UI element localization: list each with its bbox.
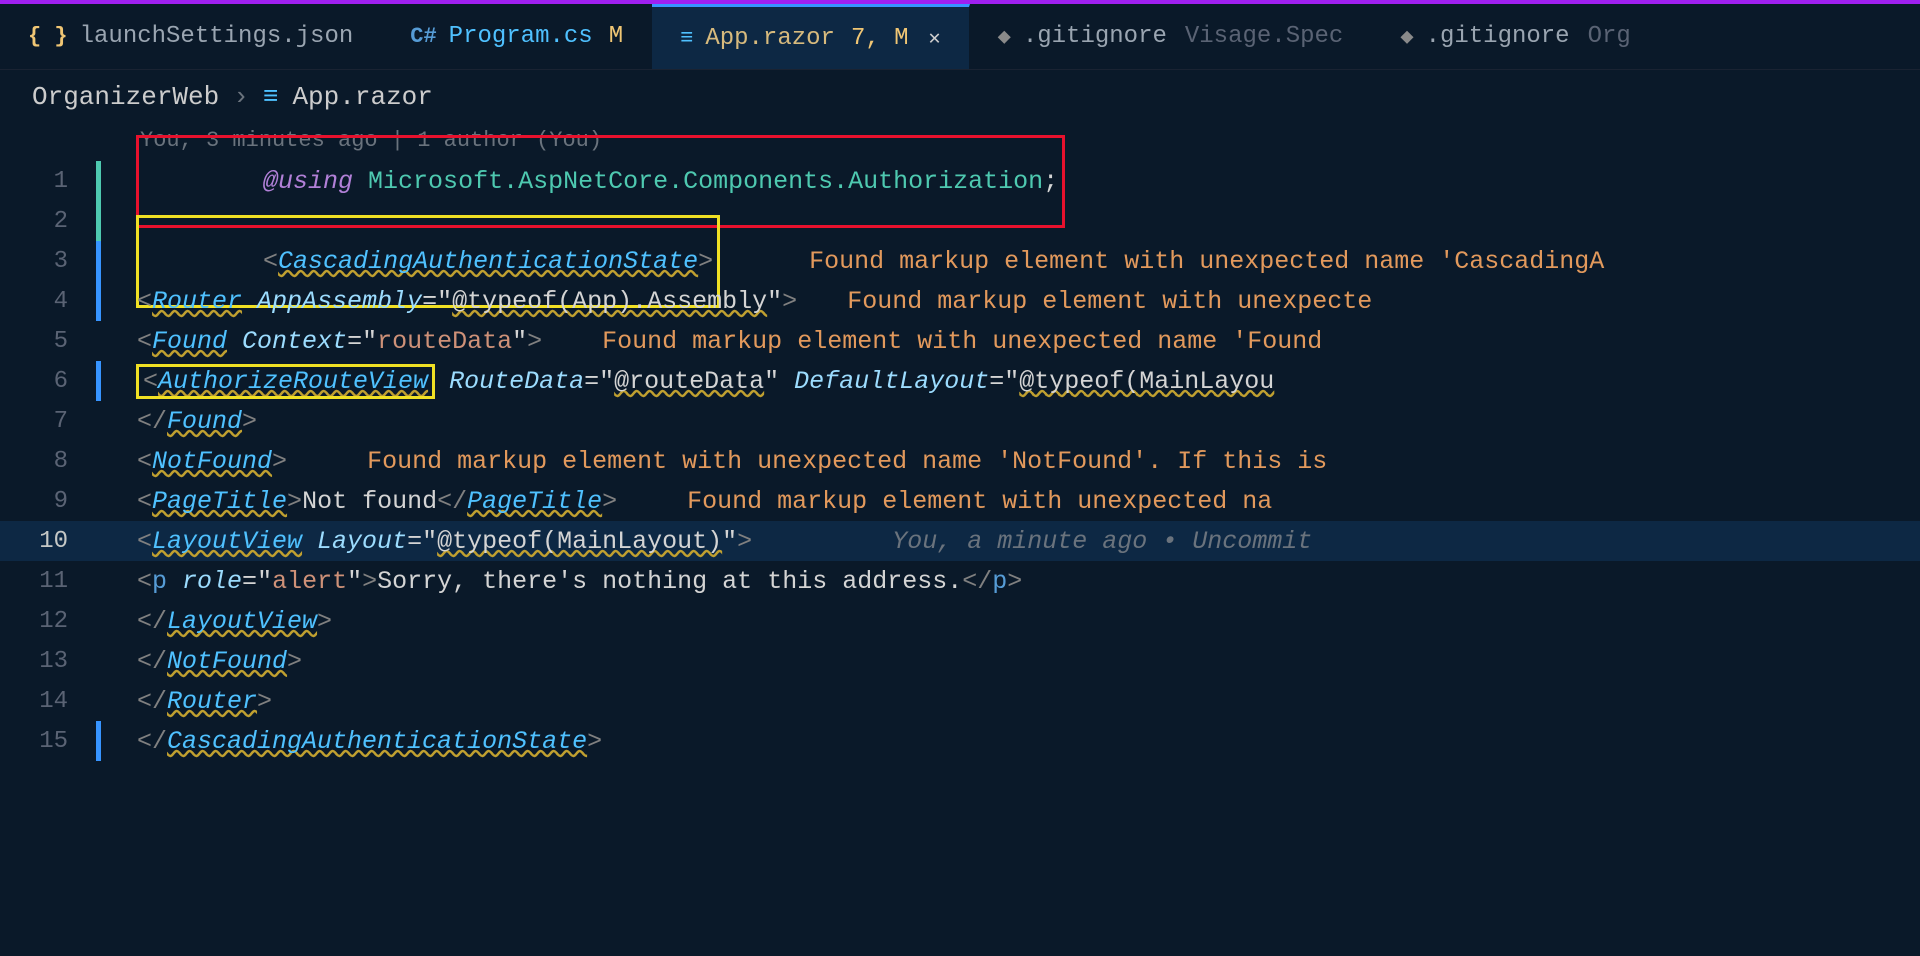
- line-number[interactable]: 12: [0, 608, 96, 635]
- tab-label: .gitignore: [1426, 23, 1570, 50]
- line-number[interactable]: 5: [0, 328, 96, 355]
- code-line[interactable]: </Found>: [101, 407, 257, 436]
- tab-app-razor[interactable]: ≡ App.razor 7, M ✕: [652, 4, 969, 69]
- code-line[interactable]: <LayoutView Layout="@typeof(MainLayout)"…: [101, 527, 1312, 556]
- inline-error: Found markup element with unexpected na: [687, 487, 1272, 516]
- git-blame-inline: You, a minute ago • Uncommit: [892, 527, 1312, 556]
- code-line[interactable]: <NotFound>Found markup element with unex…: [101, 447, 1342, 476]
- tab-label: Program.cs: [449, 23, 593, 50]
- tab-gitignore-2[interactable]: ◆ .gitignore Org: [1372, 4, 1660, 69]
- code-line[interactable]: </Router>: [101, 687, 272, 716]
- code-line[interactable]: <Found Context="routeData">Found markup …: [101, 327, 1322, 356]
- code-line[interactable]: <p role="alert">Sorry, there's nothing a…: [101, 567, 1022, 596]
- razor-icon: ≡: [680, 26, 693, 51]
- code-line[interactable]: <PageTitle>Not found</PageTitle>Found ma…: [101, 487, 1272, 516]
- code-line[interactable]: @using Microsoft.AspNetCore.Components.A…: [101, 136, 1064, 227]
- tab-label: launchSettings.json: [80, 23, 354, 50]
- line-number[interactable]: 1: [0, 168, 96, 195]
- code-line[interactable]: <AuthorizeRouteView RouteData="@routeDat…: [101, 365, 1274, 398]
- line-number[interactable]: 9: [0, 488, 96, 515]
- chevron-right-icon: ›: [233, 82, 249, 112]
- code-line[interactable]: </CascadingAuthenticationState>: [101, 727, 602, 756]
- tab-detail: Org: [1588, 23, 1631, 50]
- modified-indicator: M: [609, 23, 623, 50]
- tab-detail: Visage.Spec: [1185, 23, 1343, 50]
- line-number[interactable]: 13: [0, 648, 96, 675]
- close-icon[interactable]: ✕: [929, 25, 941, 51]
- inline-error: Found markup element with unexpecte: [847, 287, 1372, 316]
- breadcrumb[interactable]: OrganizerWeb › ≡ App.razor: [0, 70, 1920, 124]
- line-number[interactable]: 6: [0, 368, 96, 395]
- inline-error: Found markup element with unexpected nam…: [367, 447, 1342, 476]
- tab-bar: { } launchSettings.json C# Program.cs M …: [0, 4, 1920, 70]
- tab-gitignore-1[interactable]: ◆ .gitignore Visage.Spec: [970, 4, 1373, 69]
- line-number[interactable]: 11: [0, 568, 96, 595]
- code-line[interactable]: </NotFound>: [101, 647, 302, 676]
- razor-icon: ≡: [263, 82, 279, 112]
- tab-launchsettings[interactable]: { } launchSettings.json: [0, 4, 382, 69]
- line-number[interactable]: 15: [0, 728, 96, 755]
- breadcrumb-file[interactable]: App.razor: [292, 82, 432, 112]
- inline-error: Found markup element with unexpected nam…: [809, 247, 1604, 276]
- gitignore-icon: ◆: [1400, 24, 1413, 50]
- inline-error: Found markup element with unexpected nam…: [602, 327, 1322, 356]
- line-number[interactable]: 7: [0, 408, 96, 435]
- line-number[interactable]: 14: [0, 688, 96, 715]
- line-number[interactable]: 10: [0, 528, 96, 555]
- csharp-icon: C#: [410, 24, 436, 49]
- tab-label: .gitignore: [1023, 23, 1167, 50]
- tab-program[interactable]: C# Program.cs M: [382, 4, 652, 69]
- breadcrumb-root[interactable]: OrganizerWeb: [32, 82, 219, 112]
- code-line[interactable]: <Router AppAssembly="@typeof(App).Assemb…: [101, 287, 1372, 316]
- line-number[interactable]: 4: [0, 288, 96, 315]
- gitignore-icon: ◆: [998, 24, 1011, 50]
- line-number[interactable]: 8: [0, 448, 96, 475]
- line-number[interactable]: 2: [0, 208, 96, 235]
- json-icon: { }: [28, 24, 68, 49]
- code-line[interactable]: </LayoutView>: [101, 607, 332, 636]
- tab-label: App.razor: [705, 25, 835, 52]
- code-editor[interactable]: 1 @using Microsoft.AspNetCore.Components…: [0, 161, 1920, 761]
- modified-indicator: 7, M: [851, 25, 909, 52]
- line-number[interactable]: 3: [0, 248, 96, 275]
